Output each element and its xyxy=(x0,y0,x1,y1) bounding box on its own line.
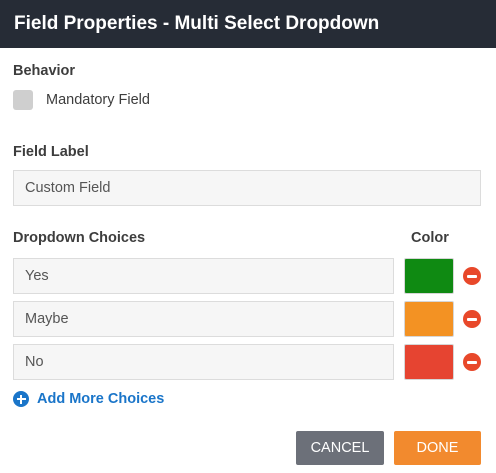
field-label-heading: Field Label xyxy=(13,144,89,160)
mandatory-field-checkbox[interactable] xyxy=(13,90,33,110)
dropdown-choices-heading: Dropdown Choices xyxy=(13,230,146,246)
add-more-choices-link[interactable]: Add More Choices xyxy=(13,391,164,407)
done-button[interactable]: DONE xyxy=(394,431,481,465)
choice-input-no[interactable]: No xyxy=(13,344,394,380)
dialog-titlebar: Field Properties - Multi Select Dropdown xyxy=(0,0,496,48)
remove-choice-icon[interactable] xyxy=(463,353,481,371)
plus-circle-icon xyxy=(13,391,29,407)
dialog-title: Field Properties - Multi Select Dropdown xyxy=(14,13,380,34)
remove-choice-icon[interactable] xyxy=(463,267,481,285)
field-label-input[interactable]: Custom Field xyxy=(13,170,481,206)
mandatory-field-checkbox-row[interactable]: Mandatory Field xyxy=(13,90,150,110)
cancel-button[interactable]: CANCEL xyxy=(296,431,384,465)
mandatory-field-label: Mandatory Field xyxy=(46,92,150,108)
choice-input-yes[interactable]: Yes xyxy=(13,258,394,294)
add-more-choices-label: Add More Choices xyxy=(37,391,165,407)
choice-input-maybe[interactable]: Maybe xyxy=(13,301,394,337)
behavior-heading: Behavior xyxy=(13,63,76,79)
remove-choice-icon[interactable] xyxy=(463,310,481,328)
field-properties-dialog: Field Properties - Multi Select Dropdown… xyxy=(0,0,496,473)
color-heading: Color xyxy=(411,230,449,246)
choice-color-swatch-no[interactable] xyxy=(404,344,454,380)
choice-color-swatch-maybe[interactable] xyxy=(404,301,454,337)
choice-color-swatch-yes[interactable] xyxy=(404,258,454,294)
